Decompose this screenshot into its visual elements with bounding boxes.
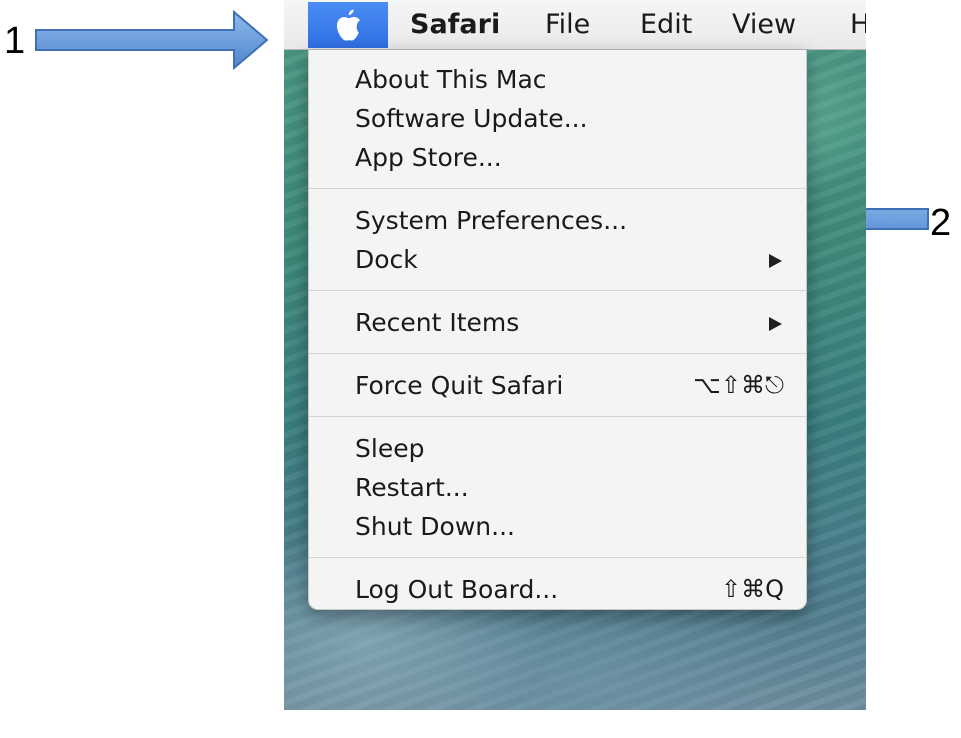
callout-number-1: 1 — [4, 20, 26, 62]
keyboard-shortcut: ⇧⌘Q — [721, 575, 784, 603]
menu-item-restart[interactable]: Restart... — [309, 468, 806, 507]
menu-separator — [309, 557, 806, 558]
menu-item-log-out[interactable]: Log Out Board... ⇧⌘Q — [309, 570, 806, 609]
menu-item-label: System Preferences... — [355, 206, 628, 235]
menu-item-label: Sleep — [355, 434, 425, 463]
menu-item-label: Force Quit Safari — [355, 371, 564, 400]
menu-item-label: About This Mac — [355, 65, 547, 94]
menu-item-label: Dock — [355, 245, 418, 274]
menu-item-shut-down[interactable]: Shut Down... — [309, 507, 806, 546]
apple-icon — [336, 9, 360, 41]
help-menu[interactable]: H — [850, 0, 866, 50]
submenu-arrow-icon — [769, 317, 782, 331]
page: 1 2 Safari File Edit View H About This M… — [0, 0, 961, 738]
menu-item-label: App Store... — [355, 143, 502, 172]
menu-item-about-this-mac[interactable]: About This Mac — [309, 60, 806, 99]
file-menu[interactable]: File — [545, 0, 590, 50]
menu-item-label: Restart... — [355, 473, 469, 502]
callout-arrow-1-icon — [35, 10, 269, 70]
safari-menu[interactable]: Safari — [410, 0, 500, 50]
menu-separator — [309, 290, 806, 291]
menu-item-label: Shut Down... — [355, 512, 515, 541]
menu-separator — [309, 188, 806, 189]
menu-item-label: Log Out Board... — [355, 575, 559, 604]
menu-item-dock[interactable]: Dock — [309, 240, 806, 279]
view-menu[interactable]: View — [732, 0, 796, 50]
callout-number-2: 2 — [930, 202, 952, 244]
menu-item-label: Software Update... — [355, 104, 588, 133]
desktop-wallpaper: Safari File Edit View H About This Mac S… — [284, 0, 866, 710]
menu-separator — [309, 353, 806, 354]
menu-item-system-preferences[interactable]: System Preferences... — [309, 201, 806, 240]
apple-dropdown-menu: About This Mac Software Update... App St… — [308, 50, 807, 610]
menu-bar: Safari File Edit View H — [284, 0, 866, 50]
submenu-arrow-icon — [769, 254, 782, 268]
menu-item-label: Recent Items — [355, 308, 520, 337]
menu-item-force-quit[interactable]: Force Quit Safari ⌥⇧⌘⎋ — [309, 366, 806, 405]
edit-menu[interactable]: Edit — [640, 0, 692, 50]
menu-item-software-update[interactable]: Software Update... — [309, 99, 806, 138]
keyboard-shortcut: ⌥⇧⌘⎋ — [693, 371, 784, 399]
menu-item-recent-items[interactable]: Recent Items — [309, 303, 806, 342]
menu-separator — [309, 416, 806, 417]
menu-item-sleep[interactable]: Sleep — [309, 429, 806, 468]
menu-item-app-store[interactable]: App Store... — [309, 138, 806, 177]
apple-menu-button[interactable] — [308, 2, 388, 48]
